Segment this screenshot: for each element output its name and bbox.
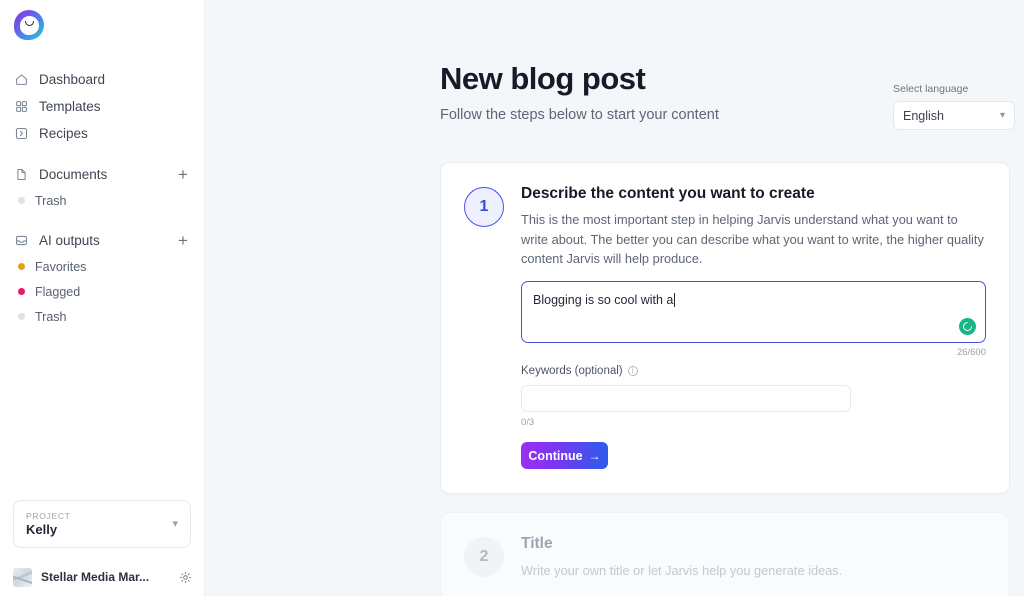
step-1-number: 1 [464, 187, 504, 228]
trash-dot-icon [18, 313, 25, 320]
chevron-down-icon: ▾ [999, 110, 1005, 121]
sidebar-item-documents[interactable]: Documents + [0, 161, 204, 188]
info-icon[interactable]: i [627, 366, 638, 377]
sidebar: Dashboard Templates Recipes Documents + … [0, 0, 205, 596]
favorites-dot-icon [18, 263, 25, 270]
logo-container[interactable] [0, 0, 204, 50]
content-description-value: Blogging is so cool with a [533, 293, 674, 308]
sidebar-label-documents-trash: Trash [35, 193, 67, 208]
add-document-button[interactable]: + [176, 166, 190, 183]
sidebar-item-favorites[interactable]: Favorites [0, 254, 204, 279]
text-caret [674, 293, 676, 308]
project-text-column: PROJECT Kelly [26, 511, 172, 537]
step-2-card: 2 Title Write your own title or let Jarv… [440, 512, 1010, 596]
logo-smile [24, 20, 34, 26]
sidebar-item-ai-outputs[interactable]: AI outputs + [0, 227, 204, 254]
inbox-icon [14, 233, 29, 248]
chevron-updown-icon: ▾ [172, 517, 178, 530]
project-caption: PROJECT [26, 511, 71, 521]
account-name: Stellar Media Mar... [41, 570, 150, 584]
sidebar-label-ai-trash: Trash [35, 309, 67, 324]
keywords-label: Keywords (optional) [521, 365, 623, 378]
avatar [13, 567, 32, 587]
step-2-number: 2 [464, 537, 504, 578]
grammarly-glyph [961, 320, 974, 334]
account-row[interactable]: Stellar Media Mar... [13, 562, 193, 592]
sidebar-item-recipes[interactable]: Recipes [0, 120, 204, 147]
sidebar-label-recipes: Recipes [39, 126, 88, 141]
sidebar-label-ai-outputs: AI outputs [39, 233, 100, 248]
keywords-label-row: Keywords (optional) i [521, 365, 986, 377]
step-2-description: Write your own title or let Jarvis help … [521, 563, 843, 579]
project-name: Kelly [26, 522, 58, 537]
step-1-body: Describe the content you want to create … [521, 185, 986, 470]
arrow-right-icon: → [588, 448, 601, 463]
logo-inner [19, 15, 39, 35]
project-selector[interactable]: PROJECT Kelly ▾ [13, 500, 191, 548]
sidebar-label-templates: Templates [39, 99, 101, 114]
sidebar-item-flagged[interactable]: Flagged [0, 279, 204, 304]
sidebar-item-dashboard[interactable]: Dashboard [0, 66, 204, 93]
page-header-text: New blog post Follow the steps below to … [440, 61, 719, 124]
sidebar-item-ai-trash[interactable]: Trash [0, 304, 204, 329]
sidebar-label-flagged: Flagged [35, 284, 81, 299]
sidebar-label-documents: Documents [39, 167, 108, 182]
main-content: New blog post Follow the steps below to … [205, 0, 1024, 596]
sidebar-item-documents-trash[interactable]: Trash [0, 188, 204, 213]
character-counter: 26/600 [956, 347, 986, 359]
language-value: English [903, 108, 944, 123]
recipe-icon [14, 126, 29, 141]
main-inner: New blog post Follow the steps below to … [205, 0, 1024, 596]
sidebar-label-dashboard: Dashboard [39, 72, 106, 87]
nav-spacer-1 [0, 147, 204, 161]
status-dot [18, 197, 25, 204]
sidebar-nav: Dashboard Templates Recipes Documents + … [0, 50, 204, 329]
page-header: New blog post Follow the steps below to … [205, 61, 1024, 130]
document-icon [14, 167, 29, 182]
language-select[interactable]: English ▾ [893, 101, 1015, 130]
sidebar-item-templates[interactable]: Templates [0, 93, 204, 120]
sidebar-label-favorites: Favorites [35, 259, 87, 274]
step-2-title: Title [521, 535, 553, 553]
keywords-counter: 0/3 [521, 417, 535, 429]
continue-button-label: Continue [528, 448, 583, 463]
gear-icon[interactable] [178, 570, 193, 585]
language-label: Select language [893, 83, 969, 95]
home-icon [14, 72, 29, 87]
page-title: New blog post [440, 61, 646, 96]
step-2-body: Title Write your own title or let Jarvis… [521, 535, 986, 596]
flagged-dot-icon [18, 288, 25, 295]
step-1-title: Describe the content you want to create [521, 185, 815, 203]
nav-spacer-2 [0, 213, 204, 227]
step-1-card: 1 Describe the content you want to creat… [440, 162, 1010, 495]
app-root: Dashboard Templates Recipes Documents + … [0, 0, 1024, 596]
jarvis-logo-icon[interactable] [14, 10, 44, 40]
keywords-input[interactable] [521, 385, 851, 413]
grid-icon [14, 99, 29, 114]
grammarly-icon[interactable] [959, 318, 976, 336]
language-selector-block: Select language English ▾ [893, 83, 1015, 130]
page-subtitle: Follow the steps below to start your con… [440, 107, 719, 124]
continue-button[interactable]: Continue → [521, 442, 608, 470]
content-description-input[interactable]: Blogging is so cool with a [521, 281, 986, 344]
add-ai-output-button[interactable]: + [176, 232, 190, 249]
step-1-description: This is the most important step in helpi… [521, 212, 984, 266]
